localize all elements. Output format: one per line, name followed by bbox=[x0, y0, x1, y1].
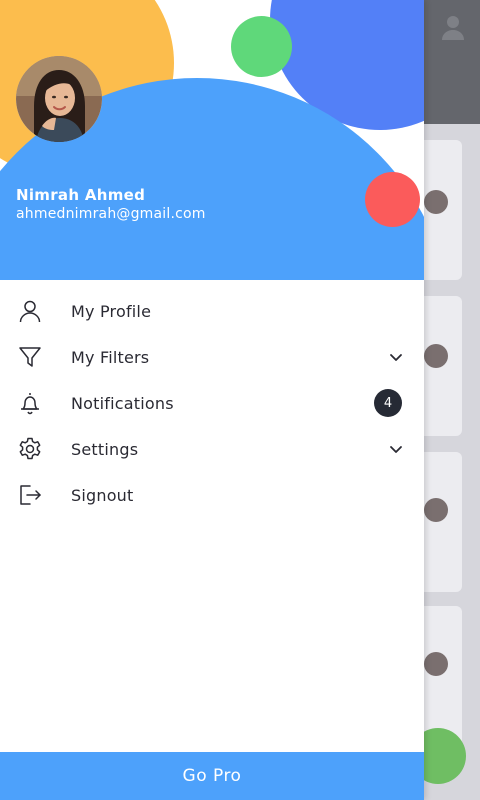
user-email: ahmednimrah@gmail.com bbox=[16, 206, 206, 222]
avatar[interactable] bbox=[16, 56, 102, 142]
background-avatar bbox=[424, 498, 448, 522]
menu-item-my-profile[interactable]: My Profile bbox=[0, 288, 424, 334]
navigation-drawer: Nimrah Ahmed ahmednimrah@gmail.com My Pr… bbox=[0, 0, 424, 800]
gear-icon bbox=[17, 436, 43, 462]
notification-count-badge: 4 bbox=[374, 389, 402, 417]
drawer-header: Nimrah Ahmed ahmednimrah@gmail.com bbox=[0, 0, 424, 280]
filter-icon bbox=[17, 344, 43, 370]
menu-item-label: My Filters bbox=[71, 347, 150, 367]
go-pro-button[interactable]: Go Pro bbox=[0, 752, 424, 800]
chevron-down-icon[interactable] bbox=[388, 349, 404, 365]
bell-icon bbox=[17, 390, 43, 416]
menu-item-label: Settings bbox=[71, 439, 139, 459]
decor-circle-green bbox=[231, 16, 292, 77]
menu-item-signout[interactable]: Signout bbox=[0, 472, 424, 518]
decor-circle-red bbox=[365, 172, 420, 227]
chevron-down-icon[interactable] bbox=[388, 441, 404, 457]
signout-icon bbox=[17, 482, 43, 508]
menu-item-label: My Profile bbox=[71, 301, 152, 321]
menu-item-label: Signout bbox=[71, 485, 134, 505]
background-avatar bbox=[424, 190, 448, 214]
menu-item-label: Notifications bbox=[71, 393, 174, 413]
user-icon bbox=[17, 298, 43, 324]
drawer-menu: My Profile My Filters Notifications 4 Se… bbox=[0, 288, 424, 518]
background-user-icon bbox=[442, 16, 464, 40]
menu-item-notifications[interactable]: Notifications 4 bbox=[0, 380, 424, 426]
menu-item-settings[interactable]: Settings bbox=[0, 426, 424, 472]
background-avatar bbox=[424, 652, 448, 676]
menu-item-my-filters[interactable]: My Filters bbox=[0, 334, 424, 380]
user-name: Nimrah Ahmed bbox=[16, 186, 146, 204]
background-avatar bbox=[424, 344, 448, 368]
